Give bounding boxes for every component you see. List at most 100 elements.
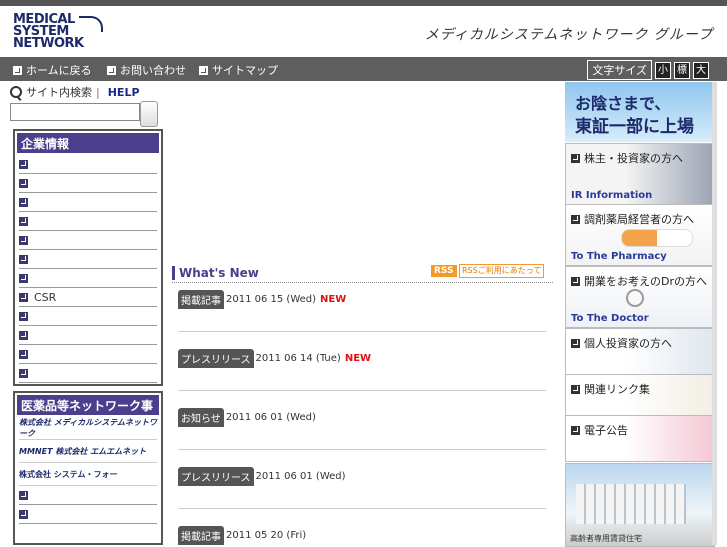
menu-label: CSR: [34, 290, 57, 304]
arrow-icon: [19, 368, 28, 378]
company-menu-item[interactable]: [19, 212, 157, 231]
arrow-icon: [19, 509, 28, 519]
arrow-icon: [19, 490, 28, 500]
site-search-label-row: サイト内検索 | HELP: [10, 84, 140, 100]
network-business-title: 医薬品等ネットワーク事業: [17, 395, 159, 430]
company-menu-item[interactable]: [19, 345, 157, 364]
electronic-notice-box[interactable]: 電子公告: [565, 415, 715, 462]
search-input[interactable]: [10, 103, 140, 121]
company-menu-item[interactable]: [19, 269, 157, 288]
nav-home[interactable]: ホームに戻る: [13, 62, 92, 78]
news-divider: [178, 449, 546, 450]
scrollbar[interactable]: [712, 82, 717, 545]
individual-investor-title-text: 個人投資家の方へ: [584, 337, 672, 350]
arrow-icon: [571, 338, 580, 348]
doctor-title-text: 開業をお考えのDrの方へ: [584, 275, 707, 288]
arrow-icon: [19, 349, 28, 359]
news-item[interactable]: 掲載記事 2011 06 15 (Wed) NEW: [178, 289, 346, 309]
news-item[interactable]: プレスリリース 2011 06 14 (Tue) NEW: [178, 348, 371, 368]
doctor-subtitle: To The Doctor: [571, 313, 649, 324]
nav-contact-label: お問い合わせ: [120, 64, 186, 77]
nav-sitemap-label: サイトマップ: [212, 64, 278, 77]
company-menu-item[interactable]: [19, 364, 157, 383]
company-menu-item[interactable]: [19, 250, 157, 269]
arrow-icon: [19, 273, 28, 283]
stethoscope-icon: [626, 289, 644, 307]
msn-company-logo[interactable]: 株式会社 メディカルシステムネットワーク: [19, 417, 157, 440]
network-menu-item[interactable]: [19, 486, 157, 505]
company-menu-item[interactable]: [19, 174, 157, 193]
arrow-icon: [13, 65, 22, 75]
news-category-badge: プレスリリース: [178, 348, 254, 368]
company-menu-item[interactable]: [19, 307, 157, 326]
company-menu-item[interactable]: [19, 231, 157, 250]
doctor-title: 開業をお考えのDrの方へ: [571, 273, 707, 289]
news-item[interactable]: 掲載記事 2011 05 20 (Fri): [178, 525, 310, 545]
whats-new-header: What's New RSS RSSご利用にあたって: [172, 264, 553, 283]
arrow-icon: [571, 153, 580, 163]
news-category-badge: 掲載記事: [178, 289, 224, 309]
search-button[interactable]: [140, 101, 158, 127]
arrow-icon: [19, 254, 28, 264]
whats-new-title: What's New: [172, 266, 259, 280]
font-size-label: 文字サイズ: [587, 60, 652, 80]
font-size-control: 文字サイズ 小 標 大: [587, 60, 709, 80]
news-divider: [178, 508, 546, 509]
listing-banner[interactable]: お陰さまで、 東証一部に上場: [565, 82, 713, 142]
pharmacy-box[interactable]: 調剤薬局経営者の方へ To The Pharmacy: [565, 204, 715, 266]
company-menu-item[interactable]: [19, 193, 157, 212]
electronic-notice-title: 電子公告: [571, 422, 628, 438]
individual-investor-box[interactable]: 個人投資家の方へ: [565, 328, 715, 375]
network-menu-item[interactable]: [19, 505, 157, 524]
logo-text: MMNET 株式会社 エムエムネット: [19, 446, 147, 456]
pharmacy-title-text: 調剤薬局経営者の方へ: [584, 213, 694, 226]
news-item[interactable]: お知らせ 2011 06 01 (Wed): [178, 407, 320, 427]
rss-button[interactable]: RSS: [431, 265, 457, 277]
arrow-icon: [571, 276, 580, 286]
news-item[interactable]: プレスリリース 2011 06 01 (Wed): [178, 466, 350, 486]
building-image: [576, 484, 686, 524]
company-menu-item[interactable]: [19, 155, 157, 174]
pharmacy-subtitle: To The Pharmacy: [571, 251, 667, 262]
ir-title: 株主・投資家の方へ: [571, 150, 683, 166]
system-four-company-logo[interactable]: 株式会社 システム・フォー: [19, 463, 157, 486]
help-link[interactable]: HELP: [108, 86, 140, 99]
banner-line-1: お陰さまで、: [575, 94, 671, 113]
arrow-icon: [199, 65, 208, 75]
news-date: 2011 06 15 (Wed): [226, 293, 317, 305]
font-size-small[interactable]: 小: [655, 61, 671, 79]
electronic-notice-title-text: 電子公告: [584, 424, 628, 437]
new-badge: NEW: [344, 352, 372, 364]
logo-swoosh-icon: [79, 16, 103, 32]
arrow-icon: [19, 330, 28, 340]
logo-text: 株式会社 システム・フォー: [19, 469, 118, 479]
news-category-badge: お知らせ: [178, 407, 224, 427]
font-size-large[interactable]: 大: [693, 61, 709, 79]
company-logo[interactable]: MEDICAL SYSTEM NETWORK: [13, 13, 103, 50]
arrow-icon: [571, 214, 580, 224]
arrow-icon: [19, 178, 28, 188]
search-icon: [10, 86, 22, 98]
doctor-box[interactable]: 開業をお考えのDrの方へ To The Doctor: [565, 266, 715, 328]
arrow-icon: [19, 311, 28, 321]
capsule-icon: [621, 229, 693, 247]
rss-help-link[interactable]: RSSご利用にあたって: [459, 264, 545, 278]
mmnet-company-logo[interactable]: MMNET 株式会社 エムエムネット: [19, 440, 157, 463]
arrow-icon: [107, 65, 116, 75]
company-menu-item-csr[interactable]: CSR: [19, 288, 157, 307]
company-menu-item[interactable]: [19, 326, 157, 345]
network-business-box: 医薬品等ネットワーク事業 株式会社 メディカルシステムネットワーク MMNET …: [13, 391, 163, 545]
news-divider: [178, 390, 546, 391]
related-links-box[interactable]: 関連リンク集: [565, 374, 715, 416]
nav-contact[interactable]: お問い合わせ: [107, 62, 186, 78]
company-info-box: 企業情報 CSR: [13, 129, 163, 386]
font-size-standard[interactable]: 標: [674, 61, 690, 79]
ir-information-box[interactable]: 株主・投資家の方へ IR Information: [565, 143, 715, 205]
ir-title-text: 株主・投資家の方へ: [584, 152, 683, 165]
banner-line-2: 東証一部に上場: [575, 117, 694, 137]
related-links-title-text: 関連リンク集: [584, 383, 650, 396]
nav-sitemap[interactable]: サイトマップ: [199, 62, 278, 78]
news-date: 2011 06 01 (Wed): [255, 470, 346, 482]
senior-housing-caption: 高齢者専用賃貸住宅: [570, 534, 642, 543]
senior-housing-banner[interactable]: 高齢者専用賃貸住宅: [565, 463, 715, 547]
